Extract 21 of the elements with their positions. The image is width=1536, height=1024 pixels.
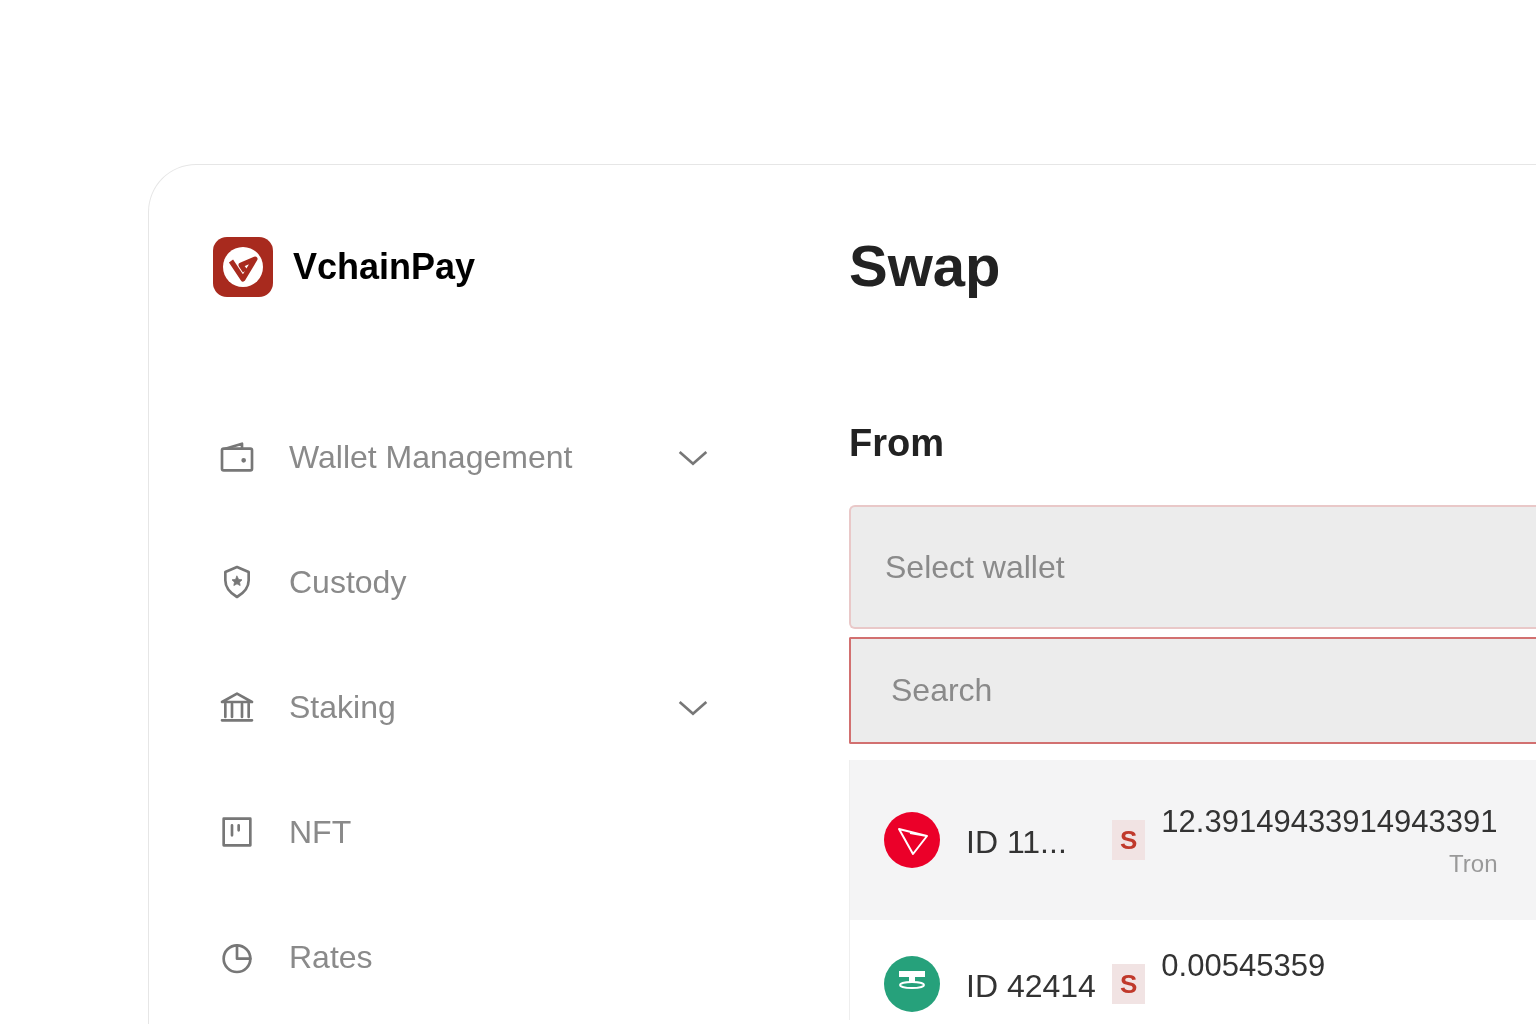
page-title: Swap — [849, 232, 1002, 300]
sidebar-item[interactable]: NFT — [213, 812, 713, 852]
brand-name: VchainPay — [293, 245, 476, 289]
sidebar-item[interactable]: Staking — [213, 687, 713, 727]
wallet-type-tag: S — [1112, 964, 1146, 1004]
logo-icon — [213, 237, 273, 297]
wallet-amount: 12.39149433914943391 — [1161, 803, 1498, 841]
sidebar-item[interactable]: Custody — [213, 562, 713, 602]
network-name: Tron — [1449, 849, 1498, 879]
sidebar-item[interactable]: Wallet Management — [213, 437, 713, 477]
sidebar-item[interactable]: Rates — [213, 937, 713, 977]
wallet-type-tag: S — [1112, 820, 1146, 860]
wallet-select[interactable]: Select wallet — [849, 505, 1536, 629]
wallet-row[interactable]: ID 11... S 12.39149433914943391 Tron — [850, 760, 1536, 920]
tron-coin-icon — [884, 812, 940, 868]
tether-coin-icon — [884, 956, 940, 1012]
wallet-amount: 0.00545359 — [1161, 947, 1326, 985]
wallet-id: ID 11... — [966, 823, 1068, 862]
search-field[interactable]: Search — [849, 637, 1536, 744]
wallet-id: ID 42414 — [966, 967, 1096, 1006]
section-label: From — [849, 421, 945, 465]
